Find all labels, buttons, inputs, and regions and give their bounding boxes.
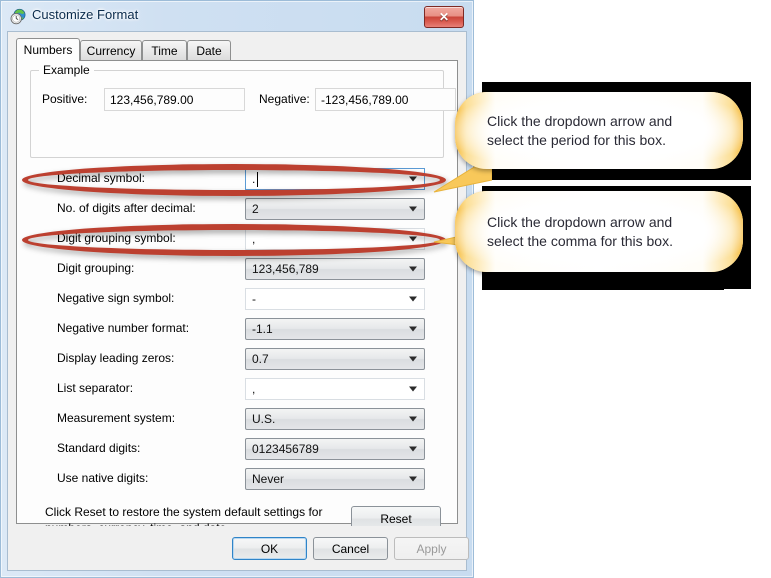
label-measurement-system: Measurement system: — [57, 411, 176, 425]
chevron-down-icon[interactable] — [409, 176, 417, 182]
close-icon: ✕ — [438, 10, 450, 24]
positive-label: Positive: — [42, 92, 88, 106]
row-digits-after-decimal: No. of digits after decimal: 2 — [17, 198, 457, 220]
combo-value-use-native-digits: Never — [252, 472, 285, 486]
text-caret — [257, 172, 258, 187]
chevron-down-icon[interactable] — [409, 386, 417, 392]
window-title: Customize Format — [32, 7, 139, 22]
combo-digit-grouping-symbol[interactable]: , — [245, 228, 425, 250]
combo-digit-grouping[interactable]: 123,456,789 — [245, 258, 425, 280]
combo-value-display-leading-zeros: 0.7 — [252, 352, 269, 366]
combo-value-measurement-system: U.S. — [252, 412, 276, 426]
callout-1-line2: select the period for this box. — [487, 131, 666, 148]
ok-button[interactable]: OK — [232, 537, 307, 560]
row-display-leading-zeros: Display leading zeros: 0.7 — [17, 348, 457, 370]
combo-value-digit-grouping-symbol: , — [252, 232, 256, 246]
callout-1-line1: Click the dropdown arrow and — [487, 112, 673, 129]
combo-measurement-system[interactable]: U.S. — [245, 408, 425, 430]
label-use-native-digits: Use native digits: — [57, 471, 149, 485]
chevron-down-icon[interactable] — [409, 416, 417, 422]
callout-bubble-2: Click the dropdown arrow and select the … — [455, 191, 743, 272]
combo-value-digit-grouping: 123,456,789 — [252, 262, 319, 276]
chevron-down-icon[interactable] — [409, 236, 417, 242]
combo-decimal-symbol[interactable]: . — [245, 168, 425, 190]
callout-bubble-1-text: Click the dropdown arrow and select the … — [487, 92, 717, 169]
row-use-native-digits: Use native digits: Never — [17, 468, 457, 490]
region-globe-clock-icon — [10, 8, 26, 25]
label-digit-grouping-symbol: Digit grouping symbol: — [57, 231, 176, 245]
combo-value-decimal-symbol: . — [252, 172, 256, 186]
combo-value-negative-sign-symbol: - — [252, 292, 256, 306]
example-legend: Example — [39, 63, 94, 77]
combo-standard-digits[interactable]: 0123456789 — [245, 438, 425, 460]
tab-numbers[interactable]: Numbers — [16, 38, 80, 61]
label-decimal-symbol: Decimal symbol: — [57, 171, 146, 185]
callout-bubble-2-text: Click the dropdown arrow and select the … — [487, 191, 717, 272]
combo-use-native-digits[interactable]: Never — [245, 468, 425, 490]
apply-button: Apply — [394, 537, 469, 560]
cancel-button[interactable]: Cancel — [313, 537, 388, 560]
tab-strip: Numbers Currency Time Date — [16, 38, 458, 61]
customize-format-window: Customize Format ✕ Numbers Currency Time… — [0, 0, 474, 578]
chevron-down-icon[interactable] — [409, 206, 417, 212]
tab-date[interactable]: Date — [187, 40, 231, 60]
row-list-separator: List separator: , — [17, 378, 457, 400]
row-digit-grouping: Digit grouping: 123,456,789 — [17, 258, 457, 280]
tab-time[interactable]: Time — [142, 40, 187, 60]
label-negative-sign-symbol: Negative sign symbol: — [57, 291, 175, 305]
label-list-separator: List separator: — [57, 381, 134, 395]
label-standard-digits: Standard digits: — [57, 441, 141, 455]
numbers-tab-page: Example Positive: 123,456,789.00 Negativ… — [16, 60, 458, 535]
combo-value-standard-digits: 0123456789 — [252, 442, 319, 456]
combo-display-leading-zeros[interactable]: 0.7 — [245, 348, 425, 370]
row-negative-number-format: Negative number format: -1.1 — [17, 318, 457, 340]
combo-value-list-separator: , — [252, 382, 256, 396]
positive-example-value: 123,456,789.00 — [104, 88, 245, 111]
dialog-button-bar: OK Cancel Apply — [8, 526, 469, 570]
chevron-down-icon[interactable] — [409, 476, 417, 482]
chevron-down-icon[interactable] — [409, 356, 417, 362]
label-digits-after-decimal: No. of digits after decimal: — [57, 201, 196, 215]
label-digit-grouping: Digit grouping: — [57, 261, 135, 275]
combo-negative-number-format[interactable]: -1.1 — [245, 318, 425, 340]
chevron-down-icon[interactable] — [409, 296, 417, 302]
label-negative-number-format: Negative number format: — [57, 321, 190, 335]
row-standard-digits: Standard digits: 0123456789 — [17, 438, 457, 460]
dialog-client-area: Numbers Currency Time Date Example Posit… — [7, 31, 469, 571]
combo-list-separator[interactable]: , — [245, 378, 425, 400]
row-decimal-symbol: Decimal symbol: . — [17, 168, 457, 190]
tab-currency[interactable]: Currency — [80, 40, 142, 60]
combo-negative-sign-symbol[interactable]: - — [245, 288, 425, 310]
callout-2-line1: Click the dropdown arrow and — [487, 213, 673, 230]
row-measurement-system: Measurement system: U.S. — [17, 408, 457, 430]
combo-value-negative-number-format: -1.1 — [252, 322, 273, 336]
combo-value-digits-after-decimal: 2 — [252, 202, 259, 216]
row-negative-sign-symbol: Negative sign symbol: - — [17, 288, 457, 310]
example-groupbox: Example Positive: 123,456,789.00 Negativ… — [30, 63, 456, 158]
combo-digits-after-decimal[interactable]: 2 — [245, 198, 425, 220]
reset-description-line1: Click Reset to restore the system defaul… — [45, 505, 323, 519]
callout-2-line2: select the comma for this box. — [487, 232, 673, 249]
negative-label: Negative: — [259, 92, 310, 106]
chevron-down-icon[interactable] — [409, 326, 417, 332]
label-display-leading-zeros: Display leading zeros: — [57, 351, 175, 365]
title-bar: Customize Format ✕ — [1, 1, 473, 31]
row-digit-grouping-symbol: Digit grouping symbol: , — [17, 228, 457, 250]
negative-example-value: -123,456,789.00 — [315, 88, 456, 111]
callout-bubble-1: Click the dropdown arrow and select the … — [455, 92, 743, 169]
close-button[interactable]: ✕ — [424, 6, 464, 28]
chevron-down-icon[interactable] — [409, 266, 417, 272]
chevron-down-icon[interactable] — [409, 446, 417, 452]
